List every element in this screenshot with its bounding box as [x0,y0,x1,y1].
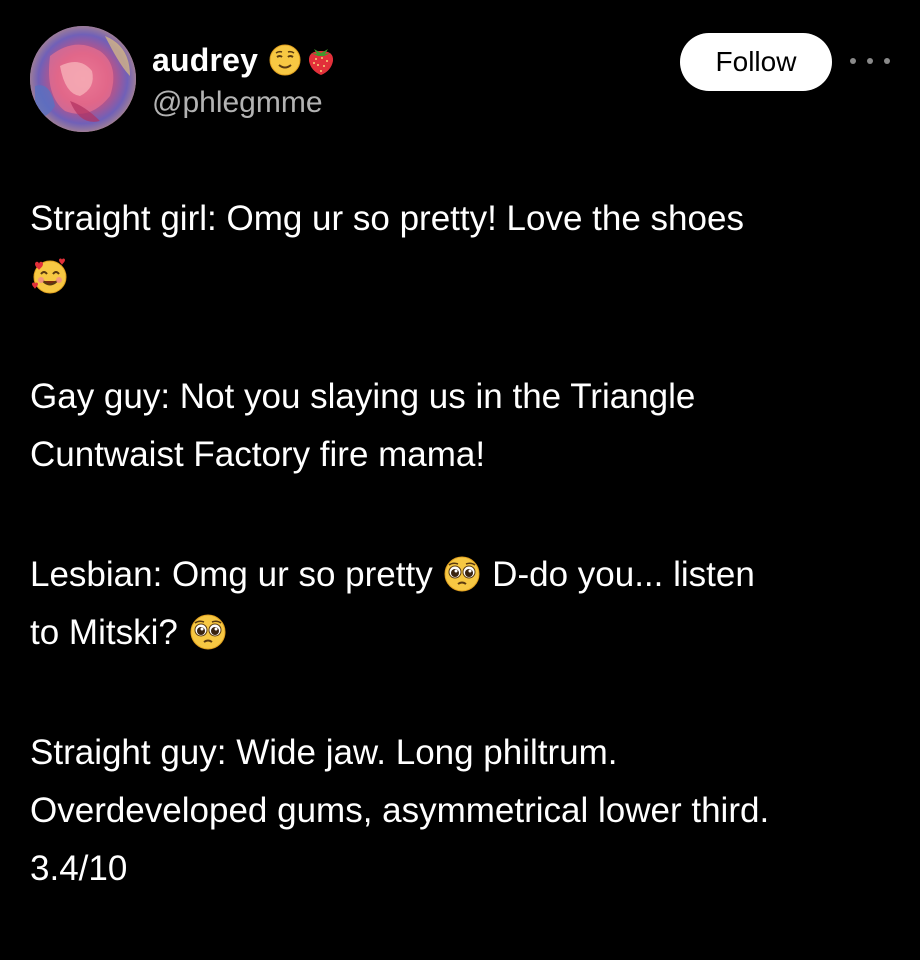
pleading-face-emoji [442,554,482,594]
author-display-name[interactable]: audrey [152,42,258,79]
relieved-face-emoji [268,43,302,77]
author-handle[interactable]: @phlegmme [152,86,323,120]
dot [867,58,873,64]
paragraph-text: Straight girl: Omg ur so pretty! Love th… [30,199,744,238]
tweet-text: Straight girl: Omg ur so pretty! Love th… [30,190,890,960]
author-name-row: audrey [152,38,338,82]
paragraph-text: Lesbian: Omg ur so pretty [30,555,433,594]
paragraph-lesbian: Lesbian: Omg ur so pretty D-do you... li… [30,546,890,662]
paragraph-straight-girl: Straight girl: Omg ur so pretty! Love th… [30,190,890,306]
paragraph-text: to Mitski? [30,613,178,652]
avatar[interactable] [30,26,136,132]
post-card: audrey @phlegmme Follow Straight girl: O… [0,0,920,960]
paragraph-straight-guy: Straight guy: Wide jaw. Long philtrum. O… [30,724,890,898]
paragraph-gay-guy: Gay guy: Not you slaying us in the Trian… [30,368,890,484]
paragraph-line: 3.4/10 [30,849,128,888]
paragraph-line: Straight guy: Wide jaw. Long philtrum. [30,733,618,772]
post-header: audrey @phlegmme Follow [30,26,890,136]
paragraph-text: D-do you... listen [492,555,755,594]
dot [850,58,856,64]
smiling-face-with-hearts-emoji [30,256,70,296]
paragraph-line: Overdeveloped gums, asymmetrical lower t… [30,791,770,830]
paragraph-line: Cuntwaist Factory fire mama! [30,435,486,474]
strawberry-emoji [304,43,338,77]
dot [884,58,890,64]
follow-button[interactable]: Follow [680,33,832,91]
more-dots-icon[interactable] [850,48,890,74]
paragraph-line: Gay guy: Not you slaying us in the Trian… [30,377,696,416]
pleading-face-emoji [188,612,228,652]
